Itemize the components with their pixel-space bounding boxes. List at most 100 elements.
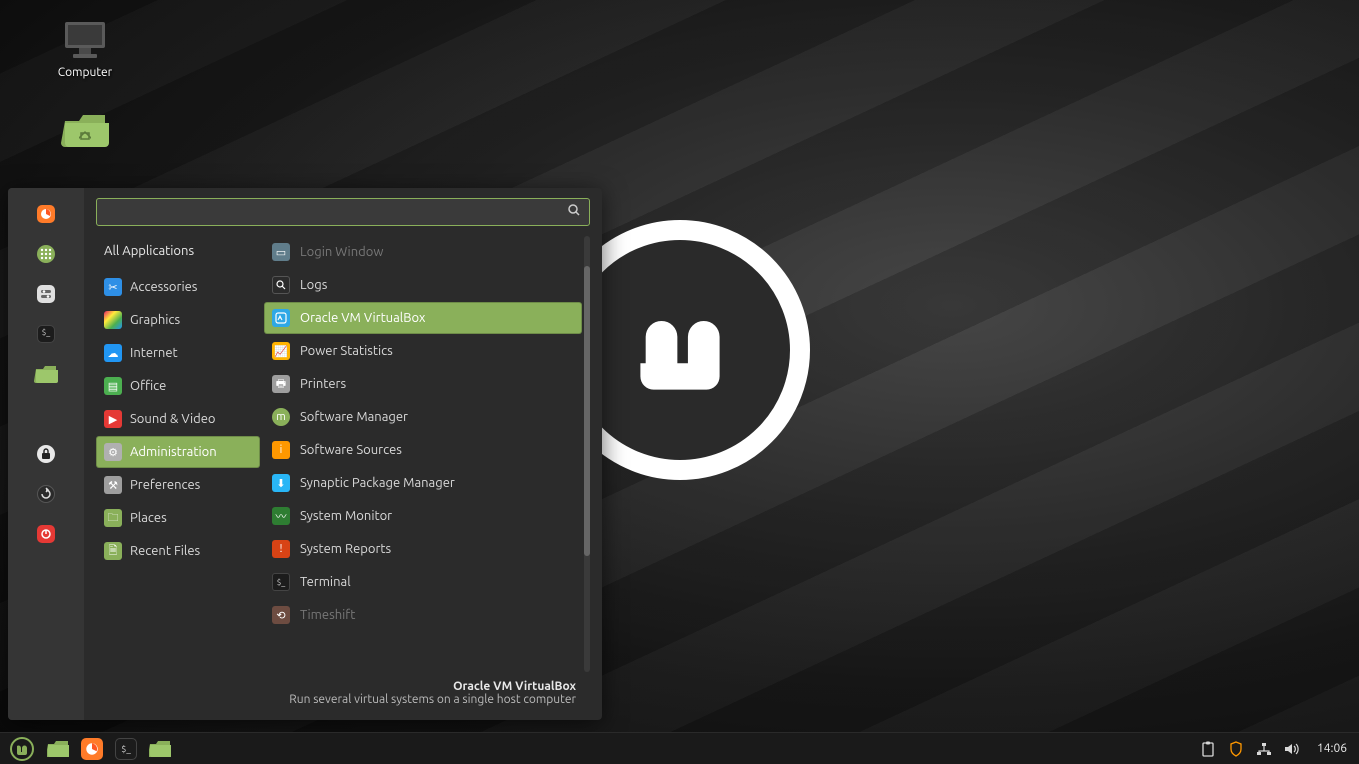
app-power-statistics[interactable]: 📈Power Statistics: [264, 335, 582, 367]
printer-icon: 🖶: [272, 375, 290, 393]
category-label: Accessories: [130, 280, 197, 294]
category-administration[interactable]: ⚙ Administration: [96, 436, 260, 468]
category-internet[interactable]: ☁Internet: [96, 337, 260, 369]
sidebar-session[interactable]: [32, 480, 60, 508]
category-office[interactable]: ▤ Office: [96, 370, 260, 402]
reports-icon: !: [272, 540, 290, 558]
category-places[interactable]: 🗀Places: [96, 502, 260, 534]
terminal-icon: $_: [115, 738, 137, 760]
volume-icon: [1284, 742, 1300, 756]
computer-icon: [61, 20, 109, 60]
menu-footer: Oracle VM VirtualBox Run several virtual…: [96, 672, 590, 716]
app-label: System Monitor: [300, 509, 392, 523]
taskbar-clock[interactable]: 14:06: [1317, 742, 1347, 755]
app-logs[interactable]: Logs: [264, 269, 582, 301]
app-label: Software Manager: [300, 410, 408, 424]
sidebar-terminal[interactable]: $_: [32, 320, 60, 348]
start-menu: $_: [8, 188, 602, 720]
sidebar-apps-grid[interactable]: [32, 240, 60, 268]
app-terminal[interactable]: $_Terminal: [264, 566, 582, 598]
category-preferences[interactable]: ⚒Preferences: [96, 469, 260, 501]
taskbar-mint-menu[interactable]: [6, 733, 38, 764]
sidebar-lock[interactable]: [32, 440, 60, 468]
lock-icon: [37, 445, 55, 463]
desktop-icon-computer[interactable]: Computer: [40, 20, 130, 79]
category-recent-files[interactable]: 🗎 Recent Files: [96, 535, 260, 567]
menu-apps-column: ▭Login Window Logs Oracle VM VirtualBox …: [264, 236, 590, 672]
app-label: Timeshift: [300, 608, 355, 622]
network-icon: [1256, 742, 1272, 756]
sidebar-files[interactable]: [32, 360, 60, 388]
apps-grid-icon: [37, 245, 55, 263]
power-icon: [37, 525, 55, 543]
desktop-icon-label: Computer: [58, 66, 112, 79]
scissors-icon: ✂: [104, 278, 122, 296]
admin-icon: ⚙: [104, 443, 122, 461]
taskbar-right: 14:06: [1199, 740, 1353, 758]
menu-sidebar: $_: [8, 188, 84, 720]
taskbar-files[interactable]: [44, 737, 72, 761]
sidebar-settings[interactable]: [32, 280, 60, 308]
app-login-window[interactable]: ▭Login Window: [264, 236, 582, 268]
app-software-manager[interactable]: mSoftware Manager: [264, 401, 582, 433]
desktop-icons: Computer: [40, 20, 130, 149]
taskbar-terminal[interactable]: $_: [112, 737, 140, 761]
search-box[interactable]: [96, 198, 590, 226]
taskbar-firefox[interactable]: [78, 737, 106, 761]
terminal-icon: $_: [272, 573, 290, 591]
app-software-sources[interactable]: i Software Sources: [264, 434, 582, 466]
category-label: Recent Files: [130, 544, 200, 558]
taskbar: $_ 14:06: [0, 732, 1359, 764]
tray-shield[interactable]: [1227, 740, 1245, 758]
terminal-icon: $_: [37, 325, 55, 343]
swsrc-icon: i: [272, 441, 290, 459]
cloud-icon: ☁: [104, 344, 122, 362]
mint-logo-svg: [614, 284, 746, 416]
category-label: Places: [130, 511, 167, 525]
app-label: Power Statistics: [300, 344, 393, 358]
app-virtualbox[interactable]: Oracle VM VirtualBox: [264, 302, 582, 334]
mint-menu-icon: [10, 737, 34, 761]
scroll-thumb[interactable]: [584, 266, 590, 556]
tray-volume[interactable]: [1283, 740, 1301, 758]
app-synaptic[interactable]: ⬇Synaptic Package Manager: [264, 467, 582, 499]
app-system-reports[interactable]: ! System Reports: [264, 533, 582, 565]
office-icon: ▤: [104, 377, 122, 395]
category-accessories[interactable]: ✂ Accessories: [96, 271, 260, 303]
app-system-monitor[interactable]: 〰 System Monitor: [264, 500, 582, 532]
folder-icon: [47, 740, 69, 758]
taskbar-folder-open[interactable]: [146, 737, 174, 761]
category-label: Sound & Video: [130, 412, 216, 426]
play-icon: ▶: [104, 410, 122, 428]
app-label: System Reports: [300, 542, 391, 556]
app-label: Synaptic Package Manager: [300, 476, 455, 490]
category-label: Office: [130, 379, 166, 393]
desktop-icon-home[interactable]: [40, 109, 130, 149]
folder-icon: [34, 364, 58, 384]
app-printers[interactable]: 🖶Printers: [264, 368, 582, 400]
menu-main: All Applications ✂ Accessories Graphics ☁…: [84, 188, 602, 720]
sidebar-firefox[interactable]: [32, 200, 60, 228]
app-timeshift[interactable]: ⟲ Timeshift: [264, 599, 582, 631]
recent-icon: 🗎: [104, 542, 122, 560]
category-sound-video[interactable]: ▶ Sound & Video: [96, 403, 260, 435]
login-icon: ▭: [272, 243, 290, 261]
taskbar-left: $_: [6, 733, 174, 764]
tray-network[interactable]: [1255, 740, 1273, 758]
app-label: Software Sources: [300, 443, 402, 457]
category-graphics[interactable]: Graphics: [96, 304, 260, 336]
refresh-icon: [37, 485, 55, 503]
home-folder-icon: [61, 109, 109, 149]
search-icon: [567, 203, 581, 221]
folder-open-icon: [149, 740, 171, 758]
category-label: Preferences: [130, 478, 200, 492]
tray-clipboard[interactable]: [1199, 740, 1217, 758]
category-label: Administration: [130, 445, 217, 459]
settings-icon: [37, 285, 55, 303]
sidebar-power[interactable]: [32, 520, 60, 548]
apps-scrollbar[interactable]: [584, 236, 590, 672]
sysmon-icon: 〰: [272, 507, 290, 525]
search-input[interactable]: [105, 205, 567, 220]
timeshift-icon: ⟲: [272, 606, 290, 624]
categories-header[interactable]: All Applications: [96, 236, 260, 270]
